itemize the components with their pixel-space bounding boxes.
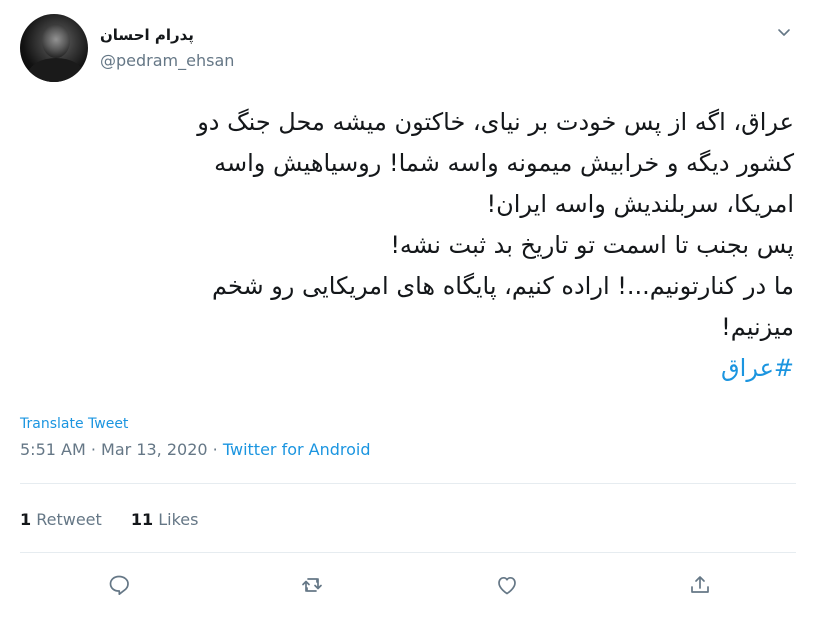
- likes-label: Likes: [158, 510, 199, 529]
- tweet-actions: [20, 560, 796, 610]
- tweet-header: پدرام احسان @pedram_ehsan: [20, 14, 796, 84]
- meta-separator: ·: [212, 440, 218, 459]
- heart-icon[interactable]: [492, 570, 522, 600]
- hashtag-link[interactable]: #عراق: [721, 354, 794, 382]
- divider: [20, 552, 796, 553]
- likes-stat[interactable]: 11 Likes: [131, 510, 199, 529]
- avatar[interactable]: [20, 14, 88, 82]
- avatar-shoulders: [28, 58, 84, 82]
- meta-separator: ·: [90, 440, 96, 459]
- translate-tweet-link[interactable]: Translate Tweet: [20, 416, 128, 432]
- retweets-stat[interactable]: 1 Retweet: [20, 510, 102, 529]
- tweet-line: کشور دیگه و خرابیش میمونه واسه شما! روسی…: [214, 149, 794, 177]
- tweet-line: میزنیم!: [721, 313, 794, 341]
- tweet-source[interactable]: Twitter for Android: [223, 440, 371, 459]
- retweets-count: 1: [20, 510, 32, 529]
- tweet-line: ما در کنارتونیم...! اراده کنیم، پایگاه ه…: [212, 272, 794, 300]
- likes-count: 11: [130, 510, 154, 529]
- tweet-stats: 1 Retweet 11 Likes: [20, 510, 222, 529]
- divider: [20, 483, 796, 484]
- chevron-down-icon[interactable]: [776, 24, 792, 40]
- tweet-line: عراق، اگه از پس خودت بر نیای، خاکتون میش…: [197, 108, 794, 136]
- avatar-face: [42, 24, 70, 58]
- tweet-meta: 5:51 AM · Mar 13, 2020 · Twitter for And…: [20, 440, 371, 459]
- tweet-line: پس بجنب تا اسمت تو تاریخ بد ثبت نشه!: [390, 231, 794, 259]
- retweet-icon[interactable]: [297, 570, 327, 600]
- tweet-time[interactable]: 5:51 AM: [20, 440, 86, 459]
- tweet-date[interactable]: Mar 13, 2020: [101, 440, 208, 459]
- share-icon[interactable]: [685, 570, 715, 600]
- tweet-line: امریکا، سربلندیش واسه ایران!: [486, 190, 794, 218]
- reply-icon[interactable]: [104, 570, 134, 600]
- display-name[interactable]: پدرام احسان: [100, 26, 194, 44]
- retweets-label: Retweet: [36, 510, 102, 529]
- tweet-text: عراق، اگه از پس خودت بر نیای، خاکتون میش…: [20, 102, 794, 389]
- user-handle[interactable]: @pedram_ehsan: [100, 51, 234, 70]
